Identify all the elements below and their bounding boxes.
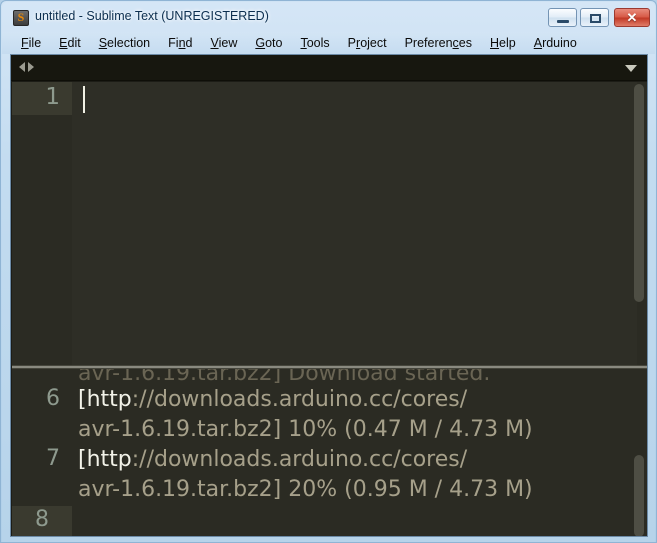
menu-item-tools[interactable]: Tools <box>291 36 338 50</box>
editor-pane[interactable]: 1 <box>12 82 647 365</box>
tab-bar <box>11 55 647 81</box>
chevron-down-icon[interactable] <box>625 65 637 72</box>
scrollbar-thumb[interactable] <box>634 84 644 302</box>
sublime-text-icon <box>13 10 29 26</box>
console-text-area[interactable]: avr-1.6.19.tar.bz2] Download started. 6[… <box>12 369 637 536</box>
console-row[interactable]: avr-1.6.19.tar.bz2] 20% (0.95 M / 4.73 M… <box>12 475 637 505</box>
editor-text-area[interactable] <box>72 82 637 365</box>
close-icon: ✕ <box>626 10 638 25</box>
menu-item-goto[interactable]: Goto <box>246 36 291 50</box>
menu-item-project[interactable]: Project <box>339 36 396 50</box>
console-line-text: avr-1.6.19.tar.bz2] 10% (0.47 M / 4.73 M… <box>78 417 533 442</box>
console-row[interactable]: avr-1.6.19.tar.bz2] 10% (0.47 M / 4.73 M… <box>12 415 637 445</box>
minimize-button[interactable] <box>548 8 577 27</box>
maximize-button[interactable] <box>580 8 609 27</box>
console-line-text: [http://downloads.arduino.cc/cores/ <box>78 447 468 472</box>
menu-item-find[interactable]: Find <box>159 36 201 50</box>
console-vertical-scrollbar[interactable] <box>634 371 644 536</box>
console-line-number: 7 <box>46 446 60 471</box>
minimize-icon <box>557 20 569 23</box>
console-line-text: [http://downloads.arduino.cc/cores/ <box>78 387 468 412</box>
editor-gutter: 1 <box>12 82 72 365</box>
text-caret <box>83 86 85 113</box>
maximize-icon <box>590 14 601 23</box>
chevron-left-icon[interactable] <box>19 62 25 72</box>
menu-bar: File Edit Selection Find View Goto Tools… <box>2 32 655 54</box>
line-number: 1 <box>45 84 60 110</box>
window-title: untitled - Sublime Text (UNREGISTERED) <box>35 9 269 23</box>
window-frame-inner: untitled - Sublime Text (UNREGISTERED) ✕… <box>2 2 655 542</box>
console-line-number: 6 <box>46 386 60 411</box>
window-bottom-border <box>2 534 655 542</box>
menu-item-selection[interactable]: Selection <box>90 36 159 50</box>
scrollbar-thumb[interactable] <box>634 455 644 536</box>
menu-item-file[interactable]: File <box>12 36 50 50</box>
console-row[interactable]: 7 [http://downloads.arduino.cc/cores/ <box>12 445 637 475</box>
editor-client-area: 1 avr-1.6.19.tar.bz2] Download started. … <box>10 54 648 537</box>
chevron-right-icon[interactable] <box>28 62 34 72</box>
console-pane[interactable]: avr-1.6.19.tar.bz2] Download started. 6[… <box>12 369 647 536</box>
console-row[interactable]: 6 [http://downloads.arduino.cc/cores/ <box>12 385 637 415</box>
console-line-text: avr-1.6.19.tar.bz2] 20% (0.95 M / 4.73 M… <box>78 477 533 502</box>
menu-item-arduino[interactable]: Arduino <box>525 36 586 50</box>
title-bar[interactable]: untitled - Sublime Text (UNREGISTERED) ✕ <box>2 2 655 32</box>
close-button[interactable]: ✕ <box>614 8 650 27</box>
menu-item-view[interactable]: View <box>201 36 246 50</box>
tab-nav-arrows[interactable] <box>19 62 34 72</box>
console-line-number: 8 <box>12 506 72 536</box>
menu-item-help[interactable]: Help <box>481 36 525 50</box>
editor-vertical-scrollbar[interactable] <box>634 84 644 363</box>
console-row[interactable]: 8 <box>12 505 637 536</box>
menu-item-edit[interactable]: Edit <box>50 36 90 50</box>
menu-item-preferences[interactable]: Preferences <box>396 36 481 50</box>
application-window: untitled - Sublime Text (UNREGISTERED) ✕… <box>0 0 657 543</box>
